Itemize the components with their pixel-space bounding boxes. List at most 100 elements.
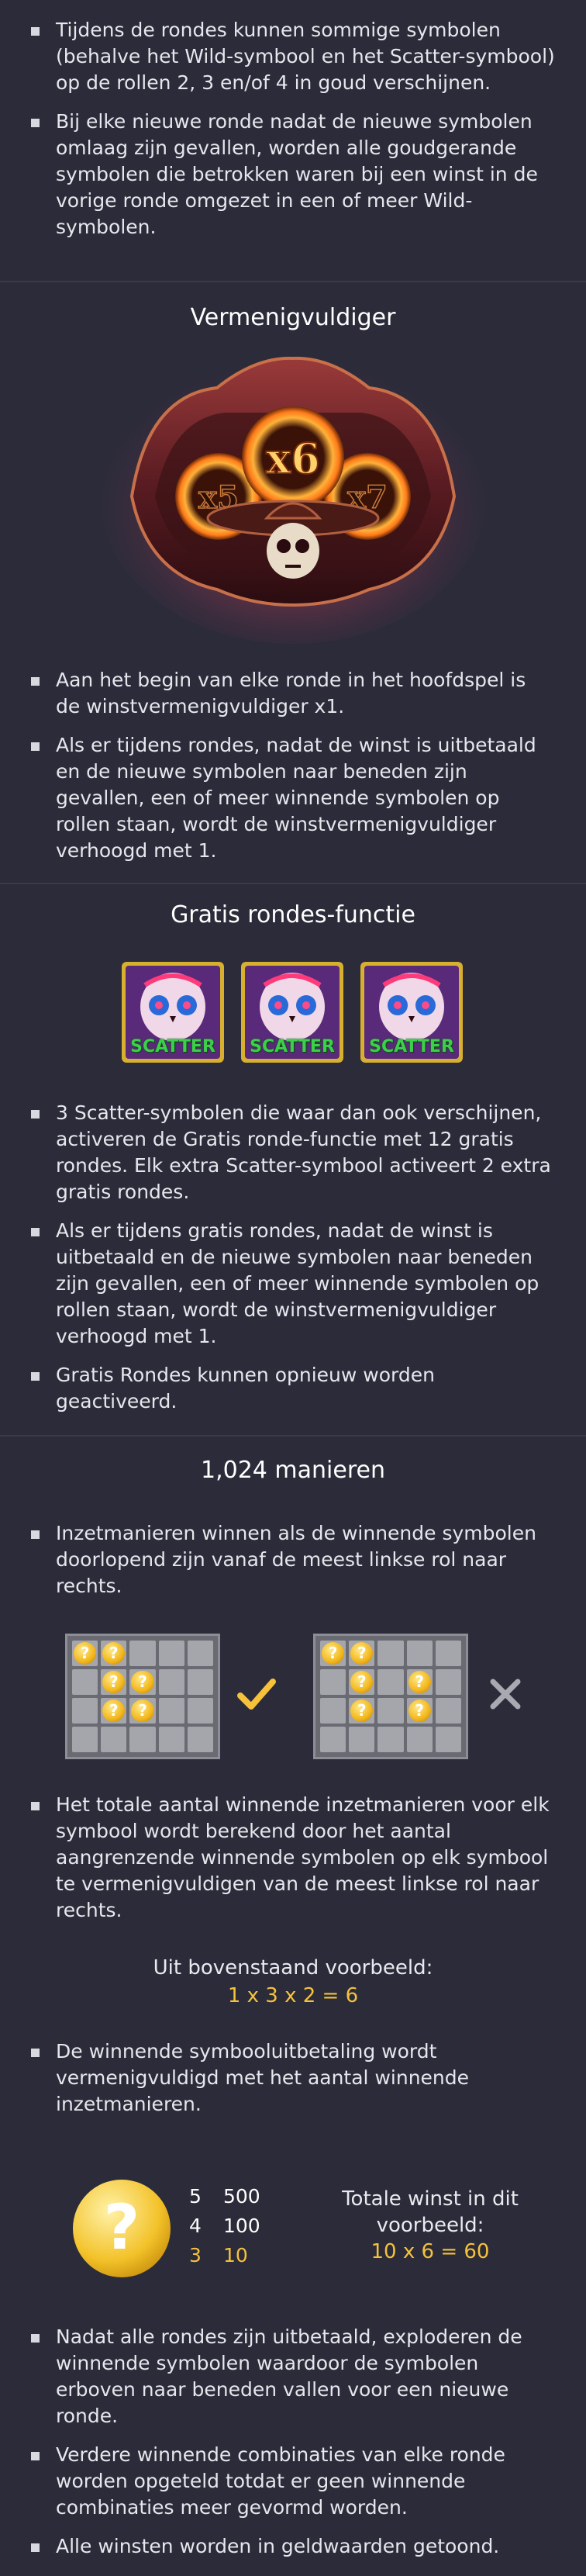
section-divider (0, 883, 586, 884)
paytable-row: 4 100 (189, 2211, 282, 2241)
ways-bullet: Het totale aantal winnende inzetmanieren… (28, 1792, 555, 1924)
example-formula: 1 x 3 x 2 = 6 (227, 1984, 359, 2007)
multiplier-bullet: Aan het begin van elke ronde in het hoof… (28, 667, 555, 720)
grid-cell (320, 1727, 346, 1752)
grid-cell (406, 1641, 433, 1666)
grid-cell (406, 1727, 433, 1752)
multiplier-bullet: Als er tijdens rondes, nadat de winst is… (28, 732, 555, 864)
ways-bullet: Nadat alle rondes zijn uitbetaald, explo… (28, 2324, 555, 2429)
grid-cell (187, 1727, 213, 1752)
grid-cell (101, 1727, 127, 1752)
grid-cell (320, 1669, 346, 1695)
coin-icon: ? (408, 1671, 431, 1693)
scatter-label: SCATTER (250, 1037, 335, 1056)
coin-symbol: ? (73, 2180, 171, 2277)
coin-icon: ? (102, 1699, 126, 1722)
paytable: 5 500 4 100 3 10 (189, 2182, 282, 2270)
grid-cell (158, 1669, 184, 1695)
grid-cell: ? (320, 1641, 346, 1666)
scatter-label: SCATTER (369, 1037, 454, 1056)
scatter-symbol: SCATTER (241, 962, 343, 1063)
grid-cell (377, 1698, 404, 1724)
grid-cell: ? (129, 1698, 156, 1724)
grid-cell: ? (406, 1669, 433, 1695)
coin-icon: ? (408, 1699, 431, 1722)
ways-bullet: Alle winsten worden in geldwaarden getoo… (28, 2533, 555, 2560)
ways-bullet: Inzetmanieren winnen als de winnende sym… (28, 1520, 555, 1599)
grid-cell (349, 1727, 375, 1752)
scatter-symbol: SCATTER (360, 962, 463, 1063)
multiplier-bullet-list: Aan het begin van elke ronde in het hoof… (0, 667, 586, 864)
free-rounds-bullet: Gratis Rondes kunnen opnieuw worden geac… (28, 1362, 555, 1415)
coin-icon: ? (350, 1699, 374, 1722)
coin-icon: ? (131, 1671, 154, 1693)
free-rounds-title: Gratis rondes-functie (171, 901, 415, 928)
grid-cell: ? (349, 1641, 375, 1666)
paytable-row: 3 10 (189, 2241, 282, 2270)
grid-cell (435, 1727, 461, 1752)
grid-cell (320, 1698, 346, 1724)
coin-icon: ? (74, 1642, 97, 1665)
coin-icon: ? (102, 1671, 126, 1693)
grid-cell: ? (101, 1669, 127, 1695)
coin-icon: ? (350, 1642, 374, 1665)
section-divider (0, 1435, 586, 1437)
grid-cell (129, 1641, 156, 1666)
ways-payout-list: De winnende symbooluitbetaling wordt ver… (0, 2038, 586, 2118)
grid-cell: ? (349, 1669, 375, 1695)
free-rounds-bullet-list: 3 Scatter-symbolen die waar dan ook vers… (0, 1100, 586, 1415)
free-rounds-bullet: 3 Scatter-symbolen die waar dan ook vers… (28, 1100, 555, 1205)
grid-cell (158, 1641, 184, 1666)
total-win-label-2: voorbeeld: (376, 2214, 484, 2237)
paytable-value: 500 (223, 2185, 260, 2208)
ways-total-list: Het totale aantal winnende inzetmanieren… (0, 1792, 586, 1924)
ways-end: Nadat alle rondes zijn uitbetaald, explo… (0, 2324, 586, 2572)
paytable-count: 4 (189, 2215, 202, 2237)
scatter-label: SCATTER (130, 1037, 215, 1056)
grid-cell (435, 1669, 461, 1695)
grid-cell: ? (72, 1641, 98, 1666)
paytable-row: 5 500 (189, 2182, 282, 2211)
grid-cell (187, 1698, 213, 1724)
free-rounds-bullet: Als er tijdens gratis rondes, nadat de w… (28, 1218, 555, 1350)
paytable-value: 10 (223, 2244, 248, 2267)
total-win-formula: 10 x 6 = 60 (371, 2240, 490, 2263)
grid-cell (158, 1727, 184, 1752)
paytable-count: 3 (189, 2244, 202, 2267)
grid-cell: ? (349, 1698, 375, 1724)
paytable-value: 100 (223, 2215, 260, 2237)
total-win-label-1: Totale winst in dit (342, 2187, 519, 2211)
question-mark-icon: ? (103, 2191, 140, 2263)
grid-cell (129, 1727, 156, 1752)
grid-cell (187, 1641, 213, 1666)
grid-cell (72, 1727, 98, 1752)
ways-intro-list: Inzetmanieren winnen als de winnende sym… (0, 1520, 586, 1599)
check-icon (237, 1679, 276, 1710)
badge-x6: x6 (266, 434, 320, 483)
grid-cell: ? (101, 1641, 127, 1666)
ways-payout: De winnende symbooluitbetaling wordt ver… (0, 2038, 586, 2130)
ways-bullet: Verdere winnende combinaties van elke ro… (28, 2442, 555, 2521)
win-example-grid: ?????? (65, 1634, 220, 1759)
multiplier-artwork: x5 x7 x6 (101, 349, 487, 644)
grid-cell (377, 1669, 404, 1695)
section-divider (0, 281, 586, 282)
wild-section: Tijdens de rondes kunnen sommige symbole… (0, 17, 586, 253)
grid-cell (158, 1698, 184, 1724)
ways-title: 1,024 manieren (201, 1457, 385, 1484)
coin-icon: ? (102, 1642, 126, 1665)
ways-total: Het totale aantal winnende inzetmanieren… (0, 1792, 586, 1936)
free-rounds-section: 3 Scatter-symbolen die waar dan ook vers… (0, 1100, 586, 1427)
grid-cell (72, 1698, 98, 1724)
multiplier-section: Aan het begin van elke ronde in het hoof… (0, 667, 586, 877)
ways-end-list: Nadat alle rondes zijn uitbetaald, explo… (0, 2324, 586, 2560)
no-win-example-grid: ?????? (313, 1634, 468, 1759)
grid-cell (377, 1727, 404, 1752)
total-win-box: Totale winst in dit voorbeeld: 10 x 6 = … (318, 2186, 543, 2265)
grid-cell (435, 1641, 461, 1666)
ways-bullet: De winnende symbooluitbetaling wordt ver… (28, 2038, 555, 2118)
grid-cell (377, 1641, 404, 1666)
paytable-count: 5 (189, 2185, 202, 2208)
wild-bullet-list: Tijdens de rondes kunnen sommige symbole… (0, 17, 586, 240)
grid-cell (187, 1669, 213, 1695)
